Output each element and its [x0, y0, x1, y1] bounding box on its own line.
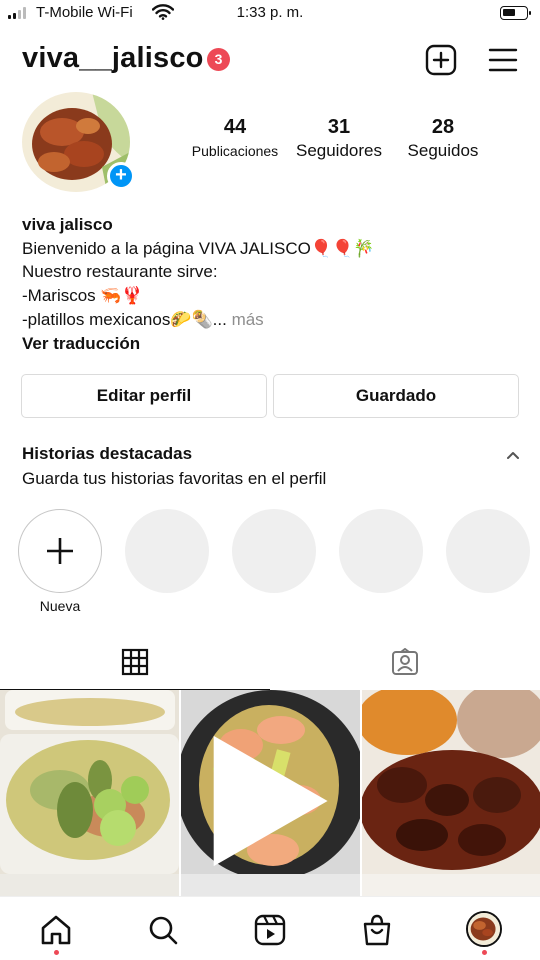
- profile-tabs: [0, 640, 540, 690]
- clock: 1:33 p. m.: [236, 4, 304, 21]
- battery-icon: [500, 6, 531, 20]
- tab-tagged[interactable]: [270, 640, 540, 690]
- new-post-icon[interactable]: [425, 44, 457, 76]
- nav-shop[interactable]: [360, 913, 394, 947]
- bio-line: -platillos mexicanos🌮🌯... más: [22, 309, 264, 329]
- bio-line: Nuestro restaurante sirve:: [22, 262, 218, 282]
- display-name: viva jalisco: [22, 215, 113, 234]
- post-thumbnail[interactable]: [362, 690, 540, 896]
- grid-icon: [121, 648, 149, 676]
- reels-icon: [254, 914, 286, 946]
- new-highlight-label: Nueva: [39, 598, 81, 614]
- bio-line: -Mariscos 🦐🦞: [22, 286, 143, 306]
- post-thumbnail[interactable]: [0, 690, 179, 896]
- stat-followers[interactable]: 31 Seguidores: [291, 114, 387, 162]
- chevron-up-icon[interactable]: [505, 449, 521, 461]
- highlights-title: Historias destacadas: [22, 444, 193, 463]
- highlight-placeholder: [125, 509, 209, 593]
- stat-posts[interactable]: 44 Publicaciones: [188, 114, 282, 162]
- new-highlight-button[interactable]: [18, 509, 102, 593]
- profile-bio: viva jalisco Bienvenido a la página VIVA…: [22, 213, 522, 355]
- post-thumbnail[interactable]: [181, 690, 360, 896]
- posts-grid: [0, 690, 540, 896]
- tacos-photo: [0, 690, 179, 896]
- profile-activity-dot: [482, 950, 487, 955]
- account-switcher-username[interactable]: viva__jalisco: [22, 42, 204, 75]
- tagged-person-icon: [392, 648, 418, 675]
- home-activity-dot: [54, 950, 59, 955]
- see-translation-link[interactable]: Ver traducción: [22, 332, 522, 356]
- highlights-subtitle: Guarda tus historias favoritas en el per…: [22, 469, 327, 488]
- profile-thumbnail: [468, 913, 500, 945]
- highlight-placeholder: [446, 509, 530, 593]
- plus-icon: [47, 538, 73, 564]
- tab-posts-grid[interactable]: [0, 640, 270, 690]
- highlight-placeholder: [232, 509, 316, 593]
- saved-button[interactable]: Guardado: [273, 374, 519, 418]
- bottom-nav: [0, 896, 540, 960]
- profile-header: viva__jalisco 3: [0, 38, 540, 82]
- status-bar: T-Mobile Wi-Fi 1:33 p. m.: [0, 0, 540, 28]
- nav-reels[interactable]: [253, 913, 287, 947]
- more-link[interactable]: más: [227, 310, 264, 329]
- notification-badge[interactable]: 3: [207, 48, 230, 71]
- add-story-button[interactable]: +: [107, 162, 135, 190]
- home-icon: [41, 915, 71, 945]
- reel-badge-icon: [213, 735, 328, 867]
- highlight-placeholder: [339, 509, 423, 593]
- nav-profile-avatar[interactable]: [466, 911, 502, 947]
- edit-profile-button[interactable]: Editar perfil: [21, 374, 267, 418]
- nav-home[interactable]: [39, 913, 73, 947]
- birria-plate-photo: [362, 690, 540, 896]
- search-icon: [149, 916, 178, 945]
- nav-search[interactable]: [146, 913, 180, 947]
- profile-summary: + 44 Publicaciones 31 Seguidores 28 Segu…: [0, 90, 540, 200]
- bio-line: Bienvenido a la página VIVA JALISCO🎈🎈🎋: [22, 238, 375, 258]
- stat-following[interactable]: 28 Seguidos: [401, 114, 485, 162]
- menu-icon[interactable]: [487, 46, 519, 74]
- shopping-bag-icon: [363, 914, 391, 946]
